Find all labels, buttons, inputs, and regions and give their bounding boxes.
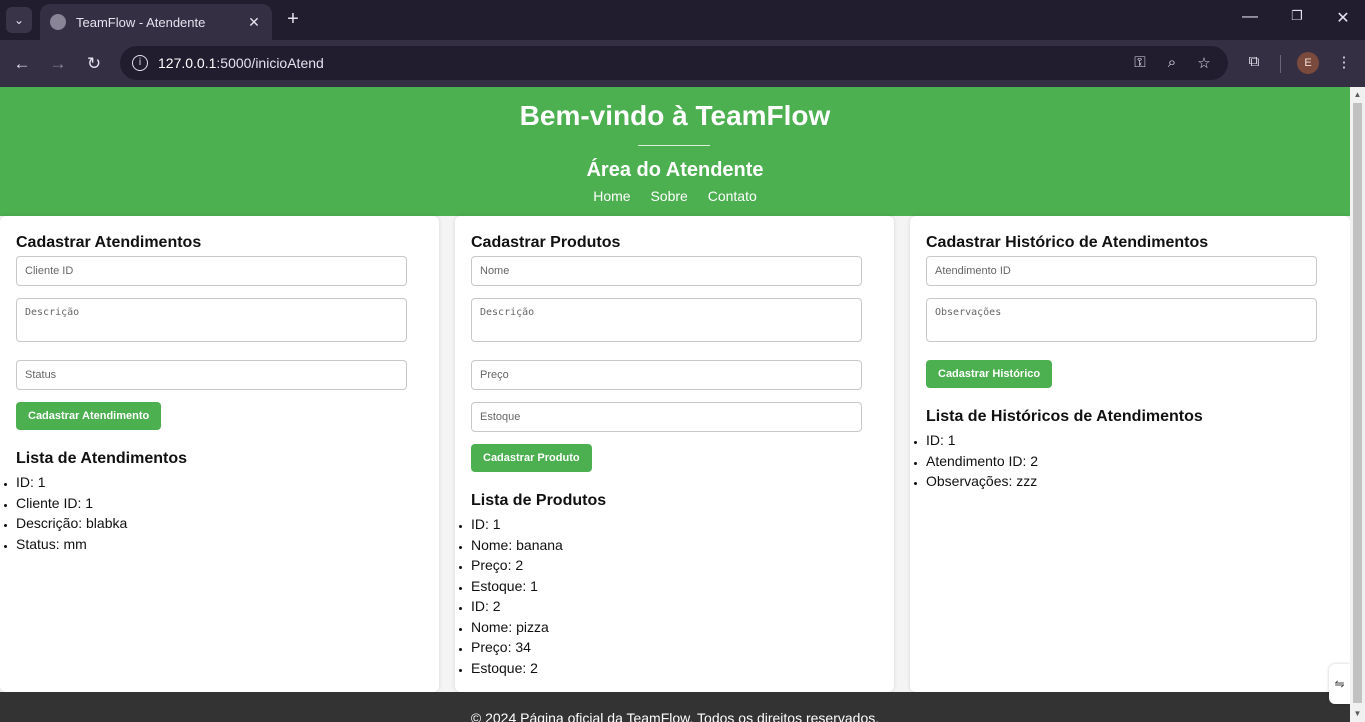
key-icon[interactable]: ⚿ bbox=[1130, 54, 1150, 71]
browser-tab-strip: ⌄ TeamFlow - Atendente ✕ + — ❐ ✕ bbox=[0, 0, 1365, 40]
zoom-icon[interactable]: ⌕ bbox=[1162, 54, 1182, 71]
page-scrollbar[interactable]: ▲ ▼ bbox=[1350, 87, 1365, 722]
list-item: ID: 1 bbox=[926, 430, 1334, 451]
toolbar-divider bbox=[1280, 55, 1281, 73]
scroll-up-icon[interactable]: ▲ bbox=[1353, 90, 1362, 99]
historico-list: ID: 1 Atendimento ID: 2 Observações: zzz bbox=[926, 430, 1334, 492]
list-item: Descrição: blabka bbox=[16, 513, 423, 534]
list-item: Atendimento ID: 2 bbox=[926, 451, 1334, 472]
site-footer: © 2024 Página oficial da TeamFlow. Todos… bbox=[0, 692, 1350, 722]
menu-icon[interactable]: ⋮ bbox=[1334, 53, 1354, 71]
produtos-list-title: Lista de Produtos bbox=[471, 492, 607, 509]
window-close-icon[interactable]: ✕ bbox=[1328, 8, 1358, 28]
url-path: :5000/inicioAtend bbox=[216, 55, 324, 71]
atendimento-descricao-textarea[interactable] bbox=[16, 298, 407, 342]
tab-close-icon[interactable]: ✕ bbox=[246, 14, 262, 31]
site-info-icon[interactable]: i bbox=[132, 55, 148, 71]
forward-icon[interactable]: → bbox=[46, 52, 70, 76]
produtos-list: ID: 1 Nome: banana Preço: 2 Estoque: 1 I… bbox=[471, 514, 878, 678]
cadastrar-historico-button[interactable]: Cadastrar Histórico bbox=[926, 360, 1053, 388]
list-item: ID: 1 bbox=[471, 514, 878, 535]
list-item: Preço: 34 bbox=[471, 637, 878, 658]
list-item: Nome: banana bbox=[471, 535, 878, 556]
atendimentos-list-title: Lista de Atendimentos bbox=[16, 450, 187, 467]
restore-icon[interactable]: ❐ bbox=[1282, 8, 1312, 24]
chevron-down-icon: ⌄ bbox=[13, 13, 25, 27]
url-host: 127.0.0.1 bbox=[158, 55, 217, 71]
list-item: Estoque: 1 bbox=[471, 576, 878, 597]
nav-contato-link[interactable]: Contato bbox=[708, 188, 757, 204]
historico-list-title: Lista de Históricos de Atendimentos bbox=[926, 408, 1203, 425]
atendimento-id-input[interactable] bbox=[926, 256, 1317, 286]
header-divider bbox=[638, 145, 710, 146]
bookmark-star-icon[interactable]: ☆ bbox=[1194, 54, 1214, 72]
address-bar[interactable]: i 127.0.0.1:5000/inicioAtend ⚿ ⌕ ☆ bbox=[120, 46, 1228, 80]
minimize-icon[interactable]: — bbox=[1235, 8, 1265, 26]
tab-search-button[interactable]: ⌄ bbox=[6, 7, 32, 33]
list-item: Observações: zzz bbox=[926, 471, 1334, 492]
historico-form-title: Cadastrar Histórico de Atendimentos bbox=[926, 234, 1209, 251]
profile-avatar[interactable]: E bbox=[1297, 52, 1319, 74]
site-header: Bem-vindo à TeamFlow Área do Atendente H… bbox=[0, 87, 1350, 216]
list-item: ID: 1 bbox=[16, 472, 423, 493]
scroll-down-icon[interactable]: ▼ bbox=[1353, 709, 1362, 718]
observacoes-textarea[interactable] bbox=[926, 298, 1317, 342]
atendimentos-form-title: Cadastrar Atendimentos bbox=[16, 234, 202, 251]
atendimentos-panel: Cadastrar Atendimentos Cadastrar Atendim… bbox=[0, 216, 439, 692]
list-item: Preço: 2 bbox=[471, 555, 878, 576]
produtos-panel: Cadastrar Produtos Cadastrar Produto Lis… bbox=[455, 216, 894, 692]
produtos-form-title: Cadastrar Produtos bbox=[471, 234, 621, 251]
back-icon[interactable]: ← bbox=[10, 52, 34, 76]
scrollbar-thumb[interactable] bbox=[1353, 103, 1362, 703]
list-item: Cliente ID: 1 bbox=[16, 493, 423, 514]
cadastrar-atendimento-button[interactable]: Cadastrar Atendimento bbox=[16, 402, 162, 430]
side-panel-handle-icon[interactable]: ⇋ bbox=[1329, 664, 1350, 704]
atendimentos-list: ID: 1 Cliente ID: 1 Descrição: blabka St… bbox=[16, 472, 423, 554]
cadastrar-produto-button[interactable]: Cadastrar Produto bbox=[471, 444, 592, 472]
browser-toolbar: ← → ↻ i 127.0.0.1:5000/inicioAtend ⚿ ⌕ ☆… bbox=[0, 40, 1365, 87]
page-viewport: Bem-vindo à TeamFlow Área do Atendente H… bbox=[0, 87, 1350, 722]
list-item: Nome: pizza bbox=[471, 617, 878, 638]
cliente-id-input[interactable] bbox=[16, 256, 407, 286]
extensions-icon[interactable]: ⧉ bbox=[1244, 53, 1264, 70]
footer-text: © 2024 Página oficial da TeamFlow. Todos… bbox=[470, 710, 880, 722]
list-item: Estoque: 2 bbox=[471, 658, 878, 679]
list-item: Status: mm bbox=[16, 534, 423, 555]
page-title: Bem-vindo à TeamFlow bbox=[519, 100, 831, 131]
nav-sobre-link[interactable]: Sobre bbox=[650, 188, 687, 204]
new-tab-button[interactable]: + bbox=[282, 8, 304, 32]
nav-home-link[interactable]: Home bbox=[593, 188, 630, 204]
browser-tab[interactable]: TeamFlow - Atendente ✕ bbox=[40, 4, 272, 40]
produto-preco-input[interactable] bbox=[471, 360, 862, 390]
produto-estoque-input[interactable] bbox=[471, 402, 862, 432]
list-item: ID: 2 bbox=[471, 596, 878, 617]
historico-panel: Cadastrar Histórico de Atendimentos Cada… bbox=[910, 216, 1350, 692]
tab-title: TeamFlow - Atendente bbox=[76, 14, 206, 30]
produto-nome-input[interactable] bbox=[471, 256, 862, 286]
reload-icon[interactable]: ↻ bbox=[82, 52, 106, 76]
main-nav: Home Sobre Contato bbox=[0, 188, 1350, 204]
status-input[interactable] bbox=[16, 360, 407, 390]
page-subtitle: Área do Atendente bbox=[586, 159, 764, 181]
produto-descricao-textarea[interactable] bbox=[471, 298, 862, 342]
globe-icon bbox=[50, 14, 66, 30]
